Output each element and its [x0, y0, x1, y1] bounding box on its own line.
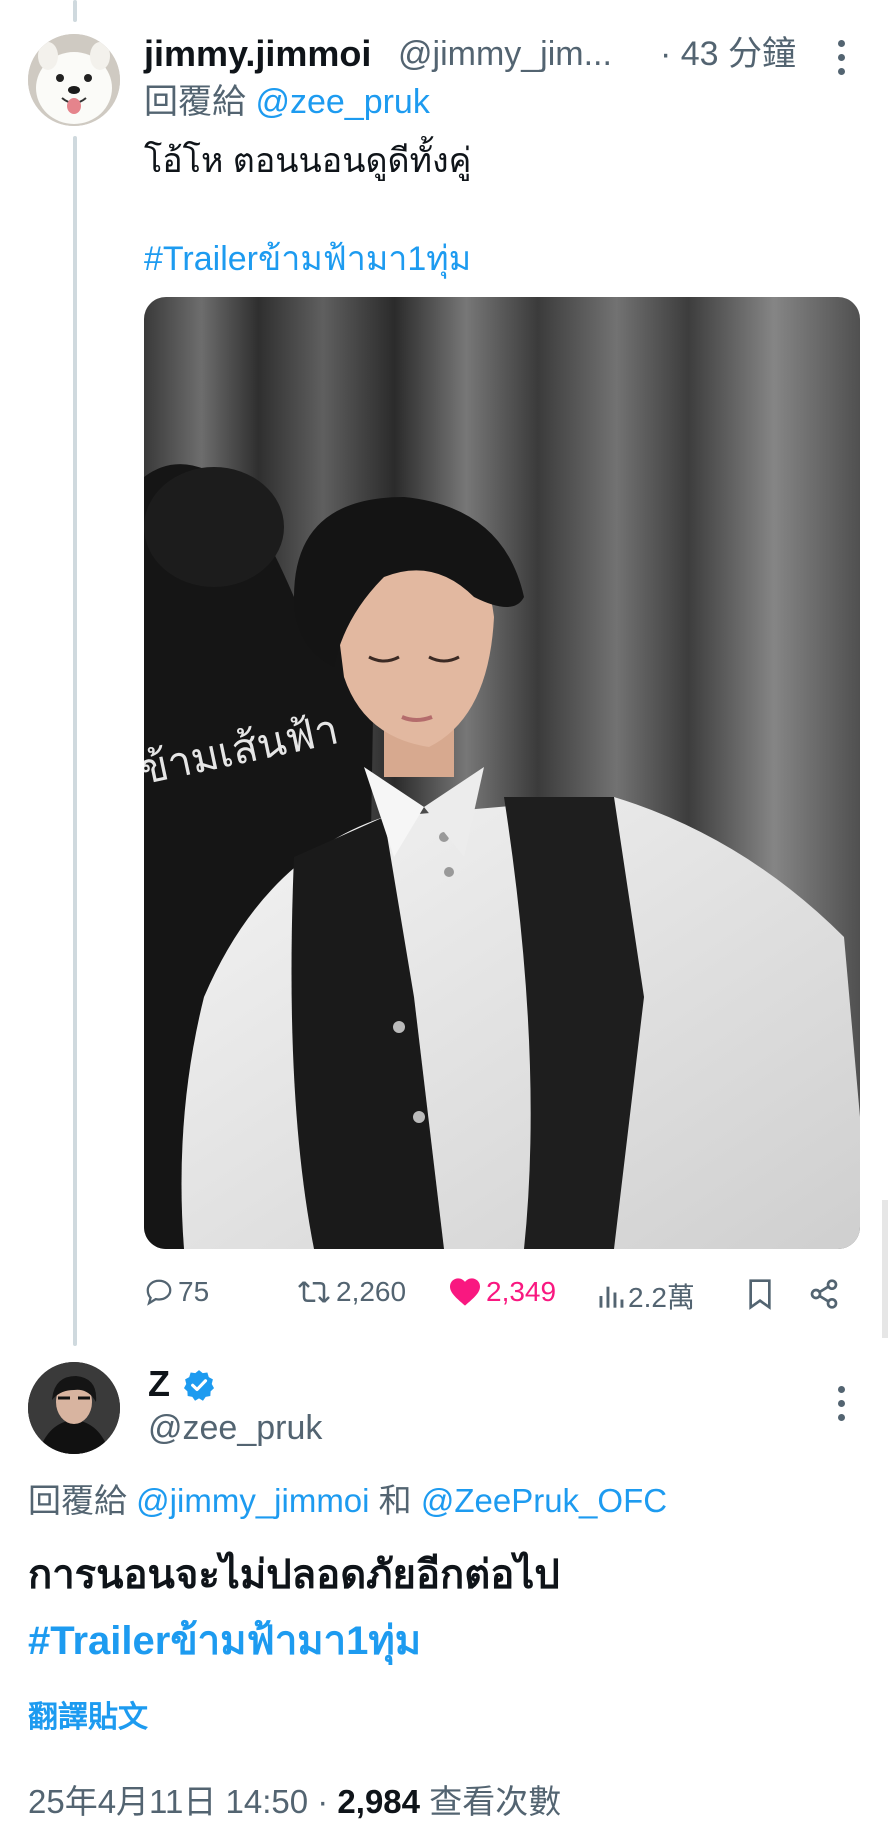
like-count: 2,349 [486, 1276, 557, 1307]
bookmark-action[interactable] [746, 1278, 774, 1310]
thread-line [73, 136, 77, 1346]
reply-more-icon[interactable] [838, 40, 846, 75]
reply-to-link[interactable]: @zee_pruk [255, 83, 429, 121]
main-reply-joiner: 和 [378, 1482, 412, 1519]
verified-badge-icon[interactable] [182, 1368, 216, 1402]
repost-count: 2,260 [336, 1276, 407, 1307]
main-view-count: 2,984 [337, 1783, 421, 1820]
reply-context: 回覆給 @zee_pruk [144, 80, 430, 124]
like-action[interactable]: 2,349 [448, 1276, 556, 1308]
main-hashtag[interactable]: #Trailerข้ามฟ้ามา1ทุ่ม [28, 1614, 421, 1668]
main-reply-prefix: 回覆給 [28, 1482, 127, 1519]
main-reply-context: 回覆給 @jimmy_jimmoi 和 @ZeePruk_OFC [28, 1478, 667, 1524]
main-handle[interactable]: @zee_pruk [148, 1406, 322, 1450]
share-icon [810, 1279, 838, 1309]
reply-text: โอ้โห ตอนนอนดูดีทั้งคู่ [144, 142, 472, 180]
heart-filled-icon [450, 1278, 480, 1306]
bookmark-icon [749, 1279, 771, 1310]
main-reply-to-2[interactable]: @ZeePruk_OFC [421, 1482, 667, 1519]
translate-post-link[interactable]: 翻譯貼文 [28, 1696, 148, 1740]
reply-action[interactable]: 75 [144, 1276, 209, 1308]
avatar-jimmy[interactable] [28, 34, 120, 126]
repost-action[interactable]: 2,260 [296, 1276, 406, 1308]
main-timestamp[interactable]: 25年4月11日 14:50 [28, 1783, 308, 1820]
meta-separator: · [317, 1783, 329, 1820]
tweet-photo[interactable]: ข้ามเส้นฟ้า [144, 297, 860, 1249]
avatar-zee[interactable] [28, 1362, 120, 1454]
repost-icon [298, 1281, 330, 1303]
reply-display-name[interactable]: jimmy.jimmoi [144, 32, 371, 76]
reply-handle[interactable]: @jimmy_jim... [398, 32, 612, 76]
views-action[interactable]: 2.2萬 [596, 1276, 695, 1316]
samoyed-dog-avatar-icon [28, 34, 120, 126]
profile-photo-icon [28, 1362, 120, 1454]
main-view-label: 查看次數 [429, 1783, 562, 1820]
reply-time[interactable]: · 43 分鐘 [660, 32, 796, 76]
reply-prefix: 回覆給 [144, 83, 246, 121]
main-text: การนอนจะไม่ปลอดภัยอีกต่อไป [28, 1553, 560, 1597]
main-meta: 25年4月11日 14:50 · 2,984 查看次數 [28, 1778, 561, 1826]
views-count: 2.2萬 [628, 1282, 695, 1313]
thread-line-top [73, 0, 77, 22]
share-action[interactable] [808, 1278, 840, 1310]
analytics-icon [599, 1286, 624, 1308]
main-display-name[interactable]: Z [148, 1362, 170, 1406]
reply-hashtag[interactable]: #Trailerข้ามฟ้ามา1ทุ่ม [144, 236, 471, 282]
scrollbar[interactable] [882, 1200, 888, 1338]
photo-image: ข้ามเส้นฟ้า [144, 297, 860, 1249]
main-more-icon[interactable] [838, 1386, 846, 1421]
main-reply-to-1[interactable]: @jimmy_jimmoi [136, 1482, 369, 1519]
comment-icon [146, 1279, 172, 1306]
reply-count: 75 [178, 1276, 210, 1307]
